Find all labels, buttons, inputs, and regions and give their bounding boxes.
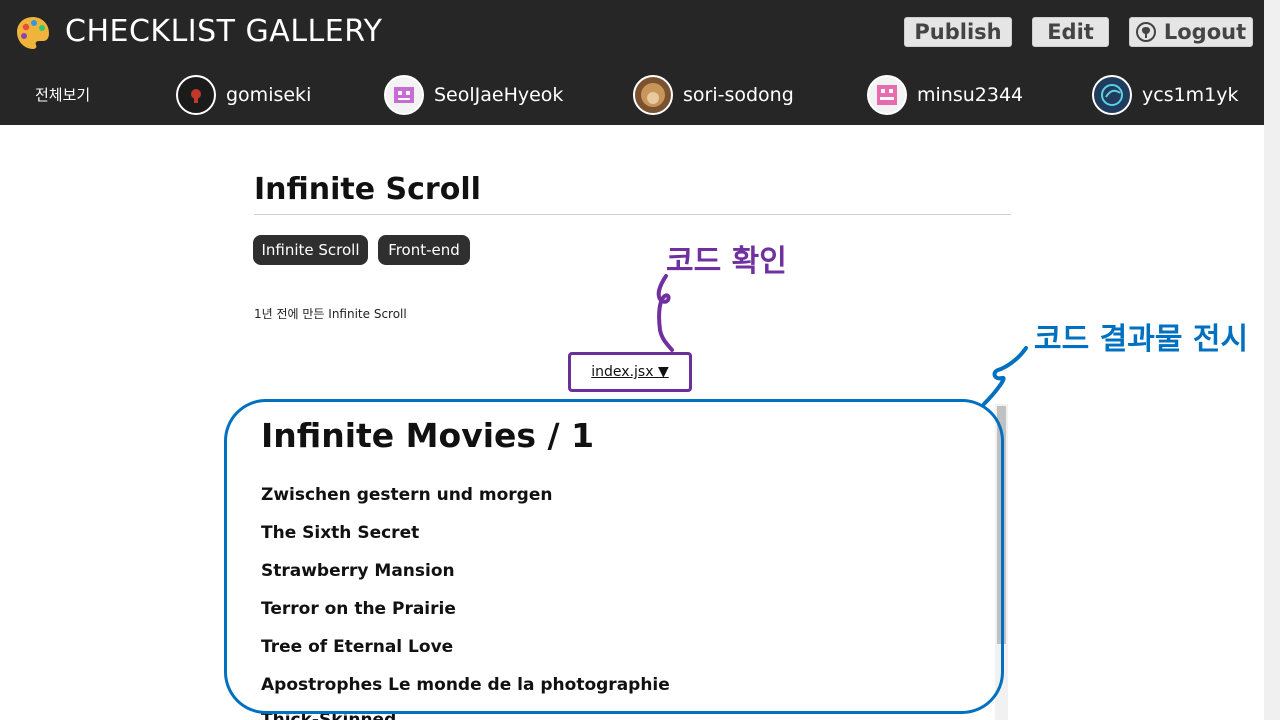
nav-user-sori-sodong[interactable]: sori-sodong [633, 73, 794, 117]
avatar [867, 75, 907, 115]
file-selector-highlight: index.jsx ▼ [568, 352, 692, 392]
preview-scrollbar-thumb[interactable] [997, 406, 1006, 644]
nav-user-name: gomiseki [226, 84, 312, 106]
list-item: Thick-Skinned [261, 710, 397, 720]
nav-user-seoljaehyeok[interactable]: SeolJaeHyeok [384, 73, 563, 117]
nav-user-name: sori-sodong [683, 84, 794, 106]
logout-button-label: Logout [1163, 20, 1247, 44]
nav-all-link[interactable]: 전체보기 [35, 84, 90, 105]
publish-button[interactable]: Publish [904, 17, 1012, 47]
palette-icon[interactable] [15, 15, 51, 51]
preview-content: Infinite Movies / 1 Zwischen gestern und… [226, 400, 1003, 720]
list-item: Terror on the Prairie [261, 599, 456, 619]
nav-user-gomiseki[interactable]: gomiseki [176, 73, 311, 117]
edit-button[interactable]: Edit [1032, 17, 1109, 47]
avatar [176, 75, 216, 115]
list-item: Tree of Eternal Love [261, 637, 454, 657]
top-navigation-bar: CHECKLIST GALLERY Publish Edit Logout 전체… [0, 0, 1264, 125]
nav-user-name: minsu2344 [917, 84, 1024, 106]
avatar [633, 75, 673, 115]
nav-user-minsu2344[interactable]: minsu2344 [867, 73, 1023, 117]
list-item: Strawberry Mansion [261, 561, 455, 581]
code-result-annotation: 코드 결과물 전시 [1034, 322, 1249, 357]
page-scrollbar[interactable] [1264, 0, 1280, 720]
title-divider [254, 214, 1011, 215]
code-check-annotation: 코드 확인 [666, 244, 787, 279]
list-item: Apostrophes Le monde de la photographie [261, 675, 670, 695]
nav-user-name: ycs1m1yk [1142, 84, 1239, 106]
list-item: The Sixth Secret [261, 523, 420, 543]
file-selector[interactable]: index.jsx ▼ [591, 364, 668, 380]
logout-button[interactable]: Logout [1129, 17, 1253, 47]
edit-button-label: Edit [1047, 20, 1094, 44]
github-icon [1135, 22, 1156, 42]
avatar [1092, 75, 1132, 115]
preview-heading: Infinite Movies / 1 [261, 416, 595, 455]
tag-front-end[interactable]: Front-end [378, 235, 470, 265]
tag-infinite-scroll[interactable]: Infinite Scroll [253, 235, 368, 265]
nav-user-ycs1m1yk[interactable]: ycs1m1yk [1092, 73, 1239, 117]
list-item: Zwischen gestern und morgen [261, 485, 553, 505]
avatar [384, 75, 424, 115]
post-meta: 1년 전에 만든 Infinite Scroll [254, 307, 407, 321]
publish-button-label: Publish [914, 20, 1002, 44]
preview-scrollbar[interactable] [995, 404, 1008, 720]
post-title: Infinite Scroll [254, 172, 481, 207]
code-result-preview[interactable]: Infinite Movies / 1 Zwischen gestern und… [226, 400, 1003, 720]
app-title[interactable]: CHECKLIST GALLERY [65, 14, 382, 49]
nav-user-name: SeolJaeHyeok [434, 84, 564, 106]
